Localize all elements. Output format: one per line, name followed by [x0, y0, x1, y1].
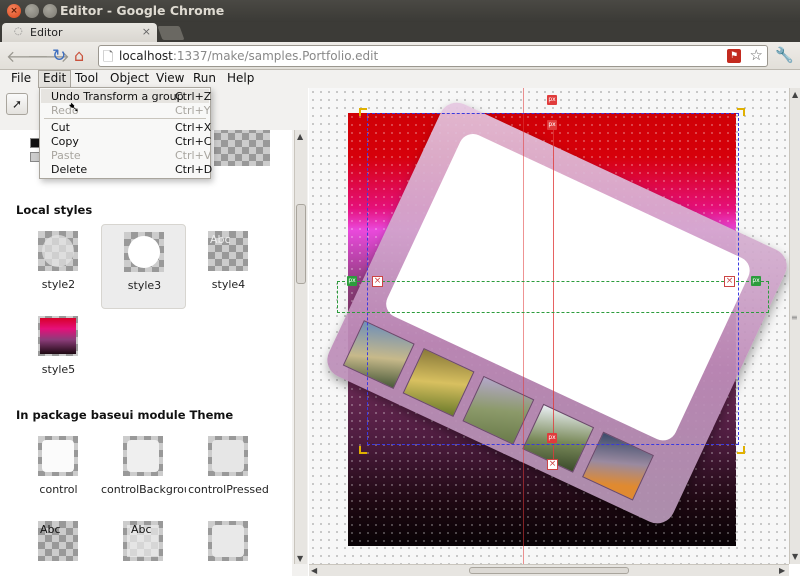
controlpressed-swatch	[208, 436, 248, 476]
pointer-icon[interactable]: ➚	[6, 93, 28, 115]
canvas-hscroll-thumb[interactable]	[469, 567, 629, 574]
style-item-blank[interactable]	[186, 514, 271, 576]
blank-swatch	[208, 521, 248, 561]
selection-bounds	[367, 113, 739, 445]
extension-icon[interactable]: ⚑	[727, 49, 741, 63]
top-anchor-badge[interactable]: px	[547, 95, 557, 105]
text2-swatch: Abc	[123, 521, 163, 561]
style4-swatch: Abc	[208, 231, 248, 271]
local-styles-heading: Local styles	[16, 203, 93, 217]
bottom-delete-icon[interactable]: ×	[547, 459, 558, 470]
reload-icon[interactable]: ↻	[52, 46, 66, 66]
scroll-thumb[interactable]	[296, 204, 306, 284]
right-delete-icon[interactable]: ×	[724, 276, 735, 287]
menu-edit[interactable]: Edit	[38, 70, 72, 88]
browser-toolbar: 🡐 🡒 ↻ ⌂ 🗋 localhost:1337/make/samples.Po…	[0, 42, 800, 70]
url-text[interactable]: localhost:1337/make/samples.Portfolio.ed…	[119, 49, 378, 63]
window-maximize-button[interactable]	[43, 4, 57, 18]
menu-item-redo[interactable]: Redo Ctrl+Y	[41, 103, 211, 117]
horizontal-green-guide	[337, 281, 769, 313]
style-item-style5[interactable]: style5	[16, 309, 101, 394]
app-menubar: File Edit Tool Object View Run Help	[0, 70, 800, 88]
menu-help[interactable]: Help	[223, 71, 258, 85]
page-icon: 🗋	[103, 50, 114, 65]
canvas-scroll-up-icon[interactable]: ▲	[792, 90, 798, 99]
styles-scroll-area[interactable]: Local styles style2 style3 Abc style4 st…	[0, 130, 292, 576]
window-close-button[interactable]: ×	[7, 4, 21, 18]
wrench-icon[interactable]: 🔧	[775, 46, 794, 64]
style-item-text2[interactable]: Abc	[101, 514, 186, 576]
star-icon[interactable]: ☆	[750, 46, 763, 64]
top-inner-badge[interactable]: px	[547, 120, 557, 130]
menu-separator	[44, 118, 206, 119]
menu-object[interactable]: Object	[106, 71, 153, 85]
corner-handle-br[interactable]	[737, 446, 745, 454]
menu-tool[interactable]: Tool	[71, 71, 102, 85]
window-titlebar: × Editor - Google Chrome	[0, 0, 800, 22]
menu-item-cut[interactable]: Cut Ctrl+X	[41, 120, 211, 134]
page-favicon-icon: ◌	[14, 26, 23, 37]
style-item-style3[interactable]: style3	[101, 224, 186, 309]
url-path: :1337/make/samples.Portfolio.edit	[172, 49, 379, 63]
left-anchor-badge[interactable]: px	[347, 276, 357, 286]
canvas-scroll-grip[interactable]: ≡	[791, 313, 799, 322]
menu-file[interactable]: File	[7, 71, 35, 85]
controlbackground-swatch	[123, 436, 163, 476]
menu-run[interactable]: Run	[189, 71, 220, 85]
canvas-scroll-down-icon[interactable]: ▼	[792, 552, 798, 561]
package-styles-heading: In package baseui module Theme	[16, 408, 234, 422]
style-swatch-top[interactable]	[214, 130, 270, 166]
url-host: localhost	[119, 49, 173, 63]
canvas-scroll-right-icon[interactable]: ▶	[779, 566, 785, 575]
canvas-vertical-scrollbar[interactable]: ▲ ≡ ▼	[789, 88, 800, 564]
menu-item-undo[interactable]: Undo Transform a group Ctrl+Z	[41, 89, 211, 103]
menu-item-delete[interactable]: Delete Ctrl+D	[41, 162, 212, 176]
text1-swatch: Abc	[38, 521, 78, 561]
corner-handle-tl[interactable]	[359, 108, 367, 116]
style5-swatch	[38, 316, 78, 356]
corner-handle-tr[interactable]	[737, 108, 745, 116]
style-item-controlpressed[interactable]: controlPressed	[186, 429, 271, 514]
canvas-horizontal-scrollbar[interactable]: ◀ ▶	[309, 564, 789, 576]
style3-swatch	[124, 232, 164, 272]
style-item-control[interactable]: control	[16, 429, 101, 514]
scroll-down-arrow-icon[interactable]: ▼	[297, 554, 303, 563]
style-item-controlbackground[interactable]: controlBackground	[101, 429, 186, 514]
tab-close-icon[interactable]: ×	[142, 25, 151, 38]
style-label: style4	[211, 278, 246, 291]
style-item-style2[interactable]: style2	[16, 224, 101, 309]
control-swatch	[38, 436, 78, 476]
tab-editor[interactable]: ◌ Editor ×	[2, 23, 157, 42]
styles-vertical-scrollbar[interactable]: ▲ ▼	[294, 130, 307, 564]
style-label: controlPressed	[188, 483, 269, 496]
window-minimize-button[interactable]	[25, 4, 39, 18]
style2-swatch	[38, 231, 78, 271]
style-item-text1[interactable]: Abc	[16, 514, 101, 576]
tab-label: Editor	[30, 26, 63, 39]
left-delete-icon[interactable]: ×	[372, 276, 383, 287]
new-tab-button[interactable]	[157, 26, 185, 40]
corner-handle-bl[interactable]	[359, 446, 367, 454]
style-label: control	[39, 483, 78, 496]
window-title: Editor - Google Chrome	[60, 3, 225, 18]
home-icon[interactable]: ⌂	[74, 46, 84, 65]
menu-view[interactable]: View	[152, 71, 188, 85]
scroll-up-arrow-icon[interactable]: ▲	[297, 132, 303, 141]
style-label: style2	[41, 278, 76, 291]
design-canvas[interactable]: px px px px px × × ×	[309, 88, 789, 564]
tab-strip: ◌ Editor ×	[0, 22, 800, 42]
bottom-anchor-badge[interactable]: px	[547, 433, 557, 443]
style-label: controlBackground	[101, 483, 186, 496]
mouse-cursor-icon: ➷	[68, 100, 80, 116]
style-label: style3	[127, 279, 162, 292]
style-item-style4[interactable]: Abc style4	[186, 224, 271, 309]
right-anchor-badge[interactable]: px	[751, 276, 761, 286]
address-bar[interactable]: 🗋 localhost:1337/make/samples.Portfolio.…	[98, 45, 768, 67]
edit-menu-dropdown: Undo Transform a group Ctrl+Z Redo Ctrl+…	[39, 87, 212, 179]
canvas-scroll-left-icon[interactable]: ◀	[311, 566, 317, 575]
menu-item-copy[interactable]: Copy Ctrl+C	[41, 134, 211, 148]
menu-item-paste[interactable]: Paste Ctrl+V	[41, 148, 211, 162]
style-label: style5	[41, 363, 76, 376]
